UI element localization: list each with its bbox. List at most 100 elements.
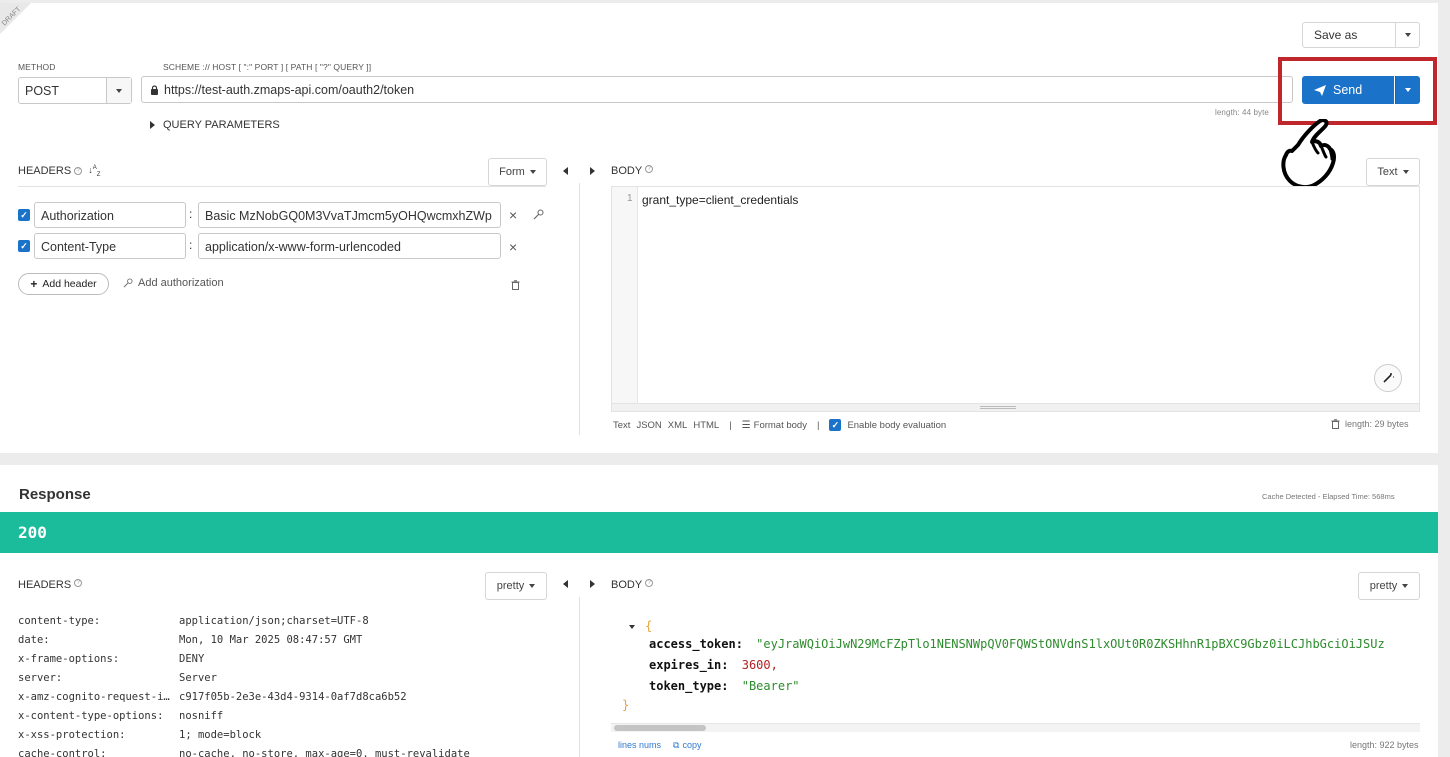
url-value: https://test-auth.zmaps-api.com/oauth2/t… [164, 82, 415, 97]
response-body-mode-select[interactable]: pretty [1358, 572, 1420, 600]
request-headers-label: HEADERS [18, 165, 72, 178]
enable-eval-label: Enable body evaluation [847, 419, 947, 431]
method-dropdown[interactable] [106, 78, 131, 103]
scrollbar-thumb[interactable] [614, 725, 706, 731]
body-editor[interactable]: 1 grant_type=client_credentials [611, 186, 1420, 412]
chevron-down-icon [1402, 170, 1409, 174]
help-icon: ? [74, 579, 83, 587]
align-left-icon: ☰ [741, 419, 751, 431]
header-value-input[interactable]: Basic MzNobGQ0M3VvaTJmcm5yOHQwcmxhZWp [198, 202, 501, 228]
collapse-toggle-icon[interactable] [629, 625, 635, 629]
chevron-down-icon [529, 584, 536, 588]
response-headers-label: HEADERS [18, 579, 72, 591]
json-key: token_type: [649, 679, 729, 693]
url-length: length: 44 byte [1215, 108, 1269, 117]
json-key: expires_in: [649, 658, 729, 672]
add-header-button[interactable]: + Add header [18, 273, 109, 295]
request-headers-title: HEADERS ? ↓AZ [18, 165, 100, 178]
header-name-value: Content-Type [41, 240, 117, 254]
add-authorization-label: Add authorization [138, 277, 224, 289]
json-value: 3600, [741, 658, 778, 672]
method-select[interactable]: POST [18, 77, 132, 104]
collapse-left-icon[interactable] [563, 167, 568, 175]
body-mode-label: Text [1377, 166, 1398, 178]
header-name-input[interactable]: Content-Type [34, 233, 186, 259]
response-body-title: BODY ? [611, 579, 654, 591]
help-icon: ? [645, 579, 654, 587]
magic-wand-button[interactable] [1374, 364, 1402, 392]
json-open-brace: { [645, 619, 653, 633]
json-viewer: { access_token: "eyJraWQiOiJwN29McFZpTlo… [611, 613, 1420, 739]
response-headers-mode-select[interactable]: pretty [485, 572, 547, 600]
format-xml[interactable]: XML [668, 420, 688, 431]
header-enabled-checkbox[interactable]: ✓ [18, 209, 30, 221]
response-panel: Response Cache Detected - Elapsed Time: … [0, 465, 1438, 757]
help-icon: ? [74, 167, 83, 176]
copy-link[interactable]: ⧉ copy [673, 740, 701, 751]
header-value-input[interactable]: application/x-www-form-urlencoded [198, 233, 501, 259]
response-meta: Cache Detected - Elapsed Time: 568ms [1262, 492, 1395, 501]
response-header-row: content-type: application/json;charset=UT… [18, 615, 369, 627]
collapse-right-icon[interactable] [590, 580, 595, 588]
response-headers-mode-label: pretty [496, 580, 525, 592]
body-content: grant_type=client_credentials [642, 193, 799, 207]
lines-nums-link[interactable]: lines nums [618, 740, 661, 751]
request-body-title: BODY ? [611, 165, 654, 177]
plus-icon: + [30, 277, 38, 291]
sort-icon[interactable]: ↓AZ [88, 165, 100, 178]
format-text[interactable]: Text [613, 420, 630, 431]
query-parameters-toggle[interactable]: QUERY PARAMETERS [150, 119, 280, 131]
enable-eval-checkbox[interactable]: ✓ [829, 419, 842, 431]
horizontal-scrollbar[interactable] [611, 723, 1420, 732]
close-icon[interactable]: × [509, 207, 517, 223]
response-header-row: x-content-type-options: nosniff [18, 710, 224, 722]
collapse-right-icon[interactable] [590, 167, 595, 175]
url-input[interactable]: https://test-auth.zmaps-api.com/oauth2/t… [141, 76, 1293, 103]
save-as-dropdown[interactable] [1395, 22, 1420, 48]
headers-mode-select[interactable]: Form [488, 158, 547, 186]
chevron-down-icon [116, 88, 122, 93]
status-code: 200 [18, 523, 47, 542]
format-body-button[interactable]: Format body [754, 420, 807, 431]
lock-icon [151, 84, 158, 95]
copy-icon: ⧉ [673, 740, 680, 750]
json-field: expires_in: 3600, [649, 658, 778, 672]
pointing-hand-icon [1281, 119, 1336, 190]
add-authorization-link[interactable]: Add authorization [123, 277, 224, 289]
copy-label: copy [682, 740, 702, 750]
collapse-left-icon[interactable] [563, 580, 568, 588]
request-panel: DRAFT Save as METHOD POST SCHEME :// HOS… [0, 3, 1438, 453]
close-icon[interactable]: × [509, 239, 517, 255]
draft-ribbon: DRAFT [0, 3, 44, 47]
key-icon[interactable] [533, 209, 544, 220]
response-header-row: x-frame-options: DENY [18, 653, 205, 665]
header-colon: : [189, 238, 193, 252]
body-mode-select[interactable]: Text [1366, 158, 1420, 186]
highlight-box [1278, 57, 1437, 125]
body-length: length: 29 bytes [1331, 419, 1409, 429]
trash-icon[interactable] [511, 280, 520, 290]
request-body-label: BODY [611, 165, 643, 177]
format-html[interactable]: HTML [693, 420, 719, 431]
response-headers-title: HEADERS ? [18, 579, 83, 591]
panel-splitter[interactable] [579, 597, 580, 757]
chevron-right-icon [150, 121, 155, 129]
line-gutter [612, 187, 638, 411]
separator: | [729, 419, 732, 431]
header-enabled-checkbox[interactable]: ✓ [18, 240, 30, 252]
method-value: POST [25, 84, 60, 98]
panel-splitter[interactable] [579, 183, 580, 435]
save-as-button[interactable]: Save as [1302, 22, 1396, 48]
resize-handle[interactable] [612, 403, 1419, 411]
separator: | [816, 419, 820, 431]
format-json[interactable]: JSON [636, 420, 661, 431]
response-header-row: cache-control: no-cache, no-store, max-ag… [18, 748, 470, 757]
key-icon [123, 278, 133, 288]
response-header-row: x-xss-protection: 1; mode=block [18, 729, 262, 741]
chevron-down-icon [1404, 33, 1411, 37]
response-header-row: date: Mon, 10 Mar 2025 08:47:57 GMT [18, 634, 363, 646]
headers-mode-label: Form [499, 166, 525, 178]
trash-icon[interactable] [1331, 419, 1340, 429]
header-name-value: Authorization [41, 209, 114, 223]
header-name-input[interactable]: Authorization [34, 202, 186, 228]
